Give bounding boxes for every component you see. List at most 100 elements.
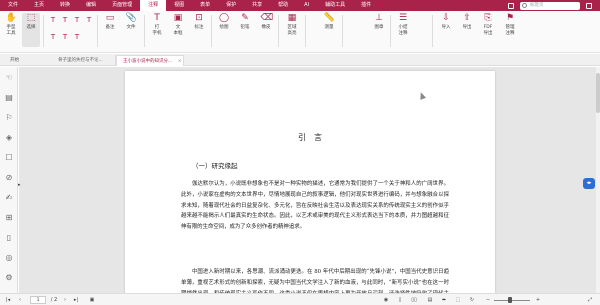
search-input[interactable]: 标签页 — [520, 1, 580, 10]
area-highlight-button[interactable]: ▦ 区域 高亮 — [282, 13, 302, 37]
menu-comment[interactable]: 注释 — [140, 0, 167, 11]
menu-plugins[interactable]: 插件 — [353, 0, 379, 11]
ai-assistant-icon[interactable] — [508, 2, 514, 9]
tab-document-1[interactable]: 骨子里的失控与不论... — [52, 55, 116, 66]
comments-panel-icon[interactable]: ☐ — [4, 153, 14, 163]
fit-page-icon[interactable]: ⬚ — [454, 296, 462, 304]
hand-tool-button[interactable]: ✋ 手型 工具 — [3, 13, 19, 37]
continuous-icon[interactable]: ▤ — [426, 296, 434, 304]
callout-icon: ⊡ — [195, 13, 203, 23]
page-number-input[interactable]: 1 — [30, 296, 46, 304]
typewriter-icon: T — [154, 13, 160, 23]
measure-button[interactable]: 📏 测量 — [320, 13, 338, 31]
highlight-icon[interactable]: T — [49, 16, 57, 24]
menu-edit[interactable]: 编辑 — [78, 0, 104, 11]
manage-comments-button[interactable]: ⚑ 管理 注释 — [500, 13, 520, 37]
close-tab-icon[interactable]: × — [178, 59, 182, 64]
menu-view[interactable]: 视图 — [166, 0, 192, 11]
vertical-scrollbar[interactable] — [596, 67, 600, 293]
sidebar-collapse-icon[interactable]: ▸ — [18, 182, 23, 188]
file-attach-button[interactable]: 📎 文件 — [122, 13, 140, 31]
zoom-slider[interactable] — [494, 300, 530, 301]
prev-page-icon[interactable]: ‹ — [16, 296, 24, 304]
menu-help[interactable]: 帮助 — [270, 0, 296, 11]
signatures-icon[interactable]: ✍ — [4, 193, 14, 203]
measure-icon: 📏 — [323, 13, 335, 23]
textbox-button[interactable]: ▣ 文 本框 — [169, 13, 187, 37]
callout-button[interactable]: ⊡ 标注 — [190, 13, 208, 31]
layers-icon[interactable]: ◈ — [4, 133, 14, 143]
zoom-slider-handle[interactable] — [508, 297, 512, 303]
next-page-icon[interactable]: › — [62, 296, 68, 304]
menu-convert[interactable]: 转换 — [52, 0, 78, 11]
two-page-icon[interactable]: ▯▯ — [410, 296, 418, 304]
menu-ai[interactable]: AI — [296, 0, 317, 11]
hand-icon: ✋ — [5, 13, 17, 23]
zoom-in-icon[interactable]: + — [534, 296, 542, 304]
area-highlight-icon: ▦ — [287, 13, 297, 23]
tab-start[interactable]: 开始 — [4, 55, 25, 66]
drawing-button[interactable]: ◯ 绘图 — [215, 13, 233, 31]
fit-width-icon[interactable]: ⬌ — [440, 296, 448, 304]
underline-icon[interactable]: T — [61, 16, 69, 24]
scrollbar-thumb[interactable] — [596, 73, 600, 113]
page-thumbnails-icon[interactable]: ▤ — [4, 93, 14, 103]
pdf-page: 引 言 （一）研究缘起 伽达默尔认为，小说既非想象也不是对一种实物的描述，它通常… — [125, 71, 495, 293]
eraser-button[interactable]: ⌫ 橡皮 — [257, 13, 275, 31]
manage-comments-icon: ⚑ — [505, 13, 515, 23]
squiggly-icon[interactable]: T — [85, 16, 93, 24]
menu-home[interactable]: 主页 — [26, 0, 52, 11]
import-button[interactable]: ⇩ 导入 — [437, 13, 455, 31]
typewriter-button[interactable]: T 打 字机 — [148, 13, 166, 37]
drawing-icon: ◯ — [218, 13, 230, 23]
summary-icon: ☰ — [398, 13, 408, 23]
accessibility-icon[interactable]: ⚙ — [4, 273, 14, 283]
search-panel-icon[interactable]: ◎ — [4, 253, 14, 263]
paragraph-2: 中国进入新时期以来，各思潮、流派涌动更迭。在 80 年代中后期出现的“先锋小说”… — [181, 269, 449, 293]
bookmark-icon[interactable]: ⚐ — [4, 113, 14, 123]
menu-file[interactable]: 文件 — [0, 0, 26, 11]
separator — [43, 15, 44, 47]
settings-icon[interactable] — [586, 2, 592, 9]
caret-icon[interactable]: T — [73, 33, 81, 41]
paragraph-1: 伽达默尔认为，小说既非想象也不是对一种实物的描述，它通常为我们提供了一个关于神和… — [181, 181, 449, 231]
section-heading: （一）研究缘起 — [192, 162, 238, 170]
attachments-icon[interactable]: ⊘ — [4, 173, 14, 183]
first-page-icon[interactable]: |◂ — [4, 296, 12, 304]
file-attach-icon: 📎 — [125, 13, 137, 23]
last-page-icon[interactable]: ▸| — [72, 296, 80, 304]
note-button[interactable]: ▭ 备注 — [101, 13, 119, 31]
rotate-icon[interactable]: ↻ — [468, 296, 476, 304]
fdf-export-button[interactable]: ⎘ FDF 导出 — [478, 13, 498, 37]
tab-document-2[interactable]: 王小波小说中的知识分... × — [116, 55, 184, 66]
summary-button[interactable]: ☰ 小结 注释 — [393, 13, 413, 37]
content-icon[interactable]: ▯ — [4, 233, 14, 243]
stamp-button[interactable]: ⊥ 图章 — [370, 13, 388, 31]
fields-icon[interactable]: ⊞ — [4, 213, 14, 223]
replace-text-icon[interactable]: T — [61, 33, 69, 41]
menu-accessibility[interactable]: 辅助工具 — [317, 0, 353, 11]
eye-icon[interactable]: ◉ — [382, 296, 390, 304]
insert-text-icon[interactable]: T — [49, 33, 57, 41]
page-options-icon[interactable]: ▣ — [88, 296, 96, 304]
menu-form[interactable]: 表单 — [192, 0, 218, 11]
stamp-icon: ⊥ — [375, 13, 383, 23]
pencil-button[interactable]: ✎ 铅笔 — [236, 13, 254, 31]
menu-page-manage[interactable]: 页面管理 — [104, 0, 140, 11]
tab-document-2-label: 王小波小说中的知识分... — [123, 59, 173, 64]
page-total: / 2 — [50, 297, 58, 303]
single-page-icon[interactable]: ▯ — [396, 296, 404, 304]
menu-share[interactable]: 共享 — [244, 0, 270, 11]
menu-protect[interactable]: 保护 — [218, 0, 244, 11]
zoom-out-icon[interactable]: − — [484, 296, 492, 304]
floating-ai-button[interactable]: ◂▸ — [583, 178, 595, 189]
fullscreen-icon[interactable]: ⤢ — [586, 296, 594, 304]
separator — [278, 15, 279, 47]
strikeout-icon[interactable]: T — [73, 16, 81, 24]
note-icon: ▭ — [105, 13, 115, 23]
export-icon: ⇧ — [463, 13, 471, 23]
select-tool-button[interactable]: ⬚ 选择 — [22, 13, 40, 47]
separator — [144, 15, 145, 47]
export-button[interactable]: ⇧ 导出 — [458, 13, 476, 31]
hand-tool-icon[interactable]: ☜ — [4, 73, 14, 83]
